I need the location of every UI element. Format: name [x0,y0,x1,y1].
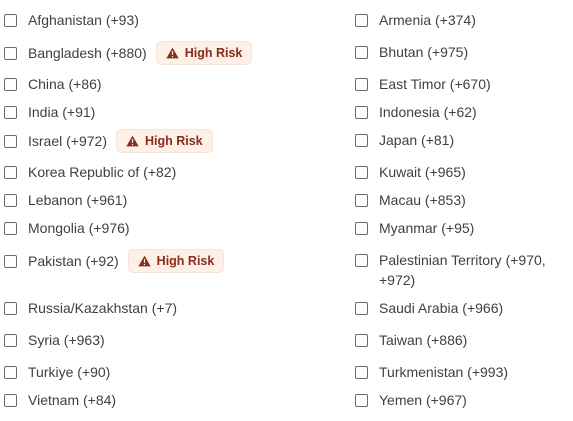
country-option-turkmenistan[interactable]: Turkmenistan (+993) [355,364,508,382]
country-label: Bhutan (+975) [379,44,469,60]
checkbox[interactable] [355,366,368,379]
country-label: East Timor (+670) [379,76,491,92]
country-label: Afghanistan (+93) [28,12,139,28]
country-option-syria[interactable]: Syria (+963) [4,332,105,350]
country-option-yemen[interactable]: Yemen (+967) [355,392,467,410]
country-label: Turkiye (+90) [28,364,111,380]
warning-triangle-icon [166,47,179,59]
country-label: Lebanon (+961) [28,192,128,208]
country-label: Japan (+81) [379,132,455,148]
country-label: Macau (+853) [379,192,466,208]
checkbox[interactable] [4,14,17,27]
checkbox[interactable] [4,222,17,235]
checkbox[interactable] [355,134,368,147]
checkbox[interactable] [355,194,368,207]
country-label: Israel (+972) [28,133,107,149]
checkbox[interactable] [4,255,17,268]
country-option-mongolia[interactable]: Mongolia (+976) [4,220,130,238]
country-option-palestinian-territory[interactable]: Palestinian Territory (+970, +972) [355,252,569,290]
checkbox[interactable] [4,106,17,119]
country-option-armenia[interactable]: Armenia (+374) [355,12,476,30]
country-option-japan[interactable]: Japan (+81) [355,132,454,150]
checkbox[interactable] [4,302,17,315]
checkbox[interactable] [355,334,368,347]
checkbox[interactable] [4,366,17,379]
checkbox[interactable] [355,14,368,27]
country-label: Korea Republic of (+82) [28,164,177,180]
checkbox[interactable] [355,302,368,315]
country-option-macau[interactable]: Macau (+853) [355,192,466,210]
country-option-china[interactable]: China (+86) [4,76,102,94]
country-option-bangladesh[interactable]: Bangladesh (+880) High Risk [4,41,253,65]
warning-triangle-icon [126,135,139,147]
country-label: India (+91) [28,104,96,120]
checkbox[interactable] [4,166,17,179]
warning-triangle-icon [138,255,151,267]
high-risk-badge: High Risk [127,249,225,273]
checkbox[interactable] [355,106,368,119]
country-option-turkiye[interactable]: Turkiye (+90) [4,364,110,382]
country-label: Pakistan (+92) [28,253,119,269]
country-option-korea[interactable]: Korea Republic of (+82) [4,164,176,182]
checkbox[interactable] [355,254,368,267]
checkbox[interactable] [355,78,368,91]
country-option-kuwait[interactable]: Kuwait (+965) [355,164,466,182]
checkbox[interactable] [355,166,368,179]
high-risk-badge: High Risk [115,129,213,153]
country-label: Indonesia (+62) [379,104,477,120]
country-option-india[interactable]: India (+91) [4,104,95,122]
country-option-east-timor[interactable]: East Timor (+670) [355,76,491,94]
country-label: Saudi Arabia (+966) [379,300,504,316]
country-label: Palestinian Territory (+970, +972) [379,252,546,288]
country-label: Turkmenistan (+993) [379,364,509,380]
country-code-checklist: Afghanistan (+93) Bangladesh (+880) High… [0,0,573,421]
checkbox[interactable] [355,46,368,59]
country-label: Bangladesh (+880) [28,45,147,61]
country-label: Syria (+963) [28,332,105,348]
country-option-russia-kazakhstan[interactable]: Russia/Kazakhstan (+7) [4,300,177,318]
country-label: China (+86) [28,76,102,92]
country-option-vietnam[interactable]: Vietnam (+84) [4,392,116,410]
country-option-myanmar[interactable]: Myanmar (+95) [355,220,474,238]
country-label: Myanmar (+95) [379,220,475,236]
country-option-afghanistan[interactable]: Afghanistan (+93) [4,12,139,30]
badge-label: High Risk [184,46,243,60]
country-label: Kuwait (+965) [379,164,466,180]
checkbox[interactable] [4,47,17,60]
high-risk-badge: High Risk [155,41,253,65]
country-option-saudi-arabia[interactable]: Saudi Arabia (+966) [355,300,503,318]
checkbox[interactable] [4,194,17,207]
country-label: Yemen (+967) [379,392,467,408]
checkbox[interactable] [355,394,368,407]
checkbox[interactable] [4,135,17,148]
country-option-bhutan[interactable]: Bhutan (+975) [355,44,468,62]
country-option-israel[interactable]: Israel (+972) High Risk [4,129,213,153]
country-option-taiwan[interactable]: Taiwan (+886) [355,332,467,350]
country-option-lebanon[interactable]: Lebanon (+961) [4,192,127,210]
checkbox[interactable] [355,222,368,235]
checkbox[interactable] [4,78,17,91]
badge-label: High Risk [144,134,203,148]
country-label: Vietnam (+84) [28,392,117,408]
checkbox[interactable] [4,334,17,347]
checkbox[interactable] [4,394,17,407]
country-label: Armenia (+374) [379,12,476,28]
country-label: Taiwan (+886) [379,332,468,348]
badge-label: High Risk [156,254,215,268]
country-option-pakistan[interactable]: Pakistan (+92) High Risk [4,249,225,273]
country-option-indonesia[interactable]: Indonesia (+62) [355,104,477,122]
country-label: Russia/Kazakhstan (+7) [28,300,178,316]
country-label: Mongolia (+976) [28,220,130,236]
